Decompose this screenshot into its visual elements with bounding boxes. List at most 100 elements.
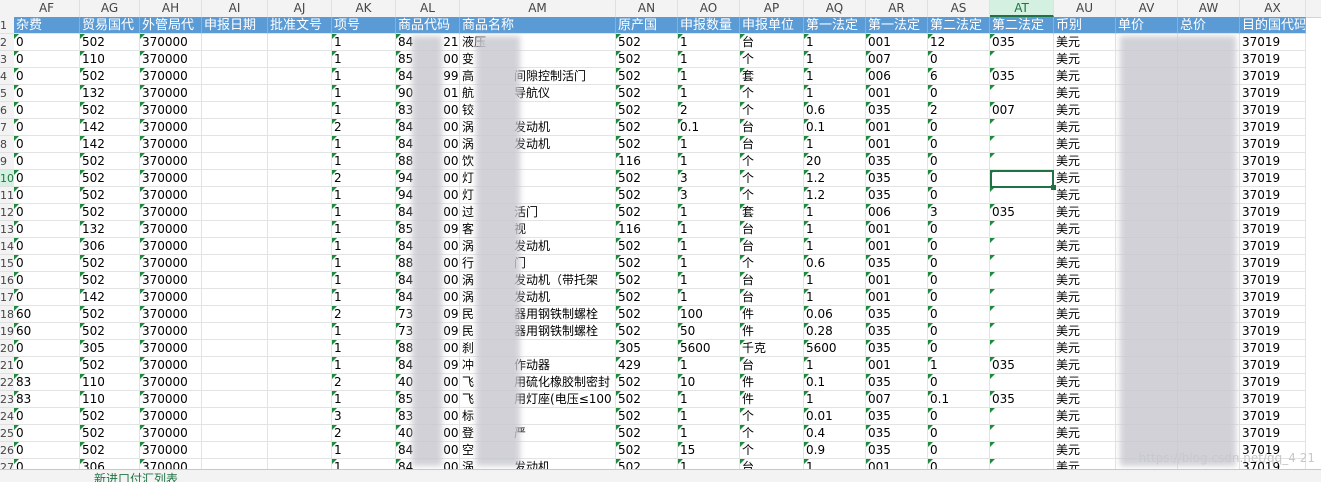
- cell-ax[interactable]: 37019: [1240, 221, 1306, 238]
- cell-aq[interactable]: 1: [804, 238, 866, 255]
- column-header-af[interactable]: AF: [14, 0, 80, 17]
- cell-ao[interactable]: 1: [678, 34, 740, 51]
- cell-af[interactable]: 0: [14, 68, 80, 85]
- cell-ao[interactable]: 1: [678, 221, 740, 238]
- cell-ar[interactable]: 001: [866, 34, 928, 51]
- cell-ah[interactable]: 370000: [140, 425, 202, 442]
- cell-af[interactable]: 0: [14, 204, 80, 221]
- row-header[interactable]: 23: [0, 391, 14, 408]
- cell-aj[interactable]: [268, 238, 332, 255]
- cell-an[interactable]: 502: [616, 102, 678, 119]
- cell-au[interactable]: 美元: [1054, 85, 1116, 102]
- cell-ak[interactable]: 1: [332, 51, 396, 68]
- cell-aj[interactable]: [268, 85, 332, 102]
- cell-at[interactable]: [990, 85, 1054, 102]
- cell-ao[interactable]: 50: [678, 323, 740, 340]
- cell-ao[interactable]: 3: [678, 170, 740, 187]
- cell-at[interactable]: [990, 340, 1054, 357]
- header-cell[interactable]: 杂费: [14, 17, 80, 34]
- cell-as[interactable]: 0: [928, 289, 990, 306]
- cell-at[interactable]: [990, 153, 1054, 170]
- cell-ag[interactable]: 132: [80, 85, 140, 102]
- cell-aj[interactable]: [268, 204, 332, 221]
- cell-an[interactable]: 502: [616, 425, 678, 442]
- cell-ak[interactable]: 1: [332, 357, 396, 374]
- row-header[interactable]: 5: [0, 85, 14, 102]
- cell-ax[interactable]: 37019: [1240, 238, 1306, 255]
- cell-ar[interactable]: 035: [866, 323, 928, 340]
- cell-au[interactable]: 美元: [1054, 187, 1116, 204]
- cell-aq[interactable]: 1: [804, 34, 866, 51]
- cell-aq[interactable]: 0.1: [804, 374, 866, 391]
- cell-at[interactable]: [990, 306, 1054, 323]
- cell-aj[interactable]: [268, 425, 332, 442]
- cell-ao[interactable]: 1: [678, 68, 740, 85]
- cell-ag[interactable]: 502: [80, 425, 140, 442]
- cell-ak[interactable]: 2: [332, 306, 396, 323]
- row-header[interactable]: 24: [0, 408, 14, 425]
- cell-at[interactable]: [990, 272, 1054, 289]
- cell-aq[interactable]: 0.9: [804, 442, 866, 459]
- cell-aq[interactable]: 1.2: [804, 170, 866, 187]
- cell-an[interactable]: 502: [616, 391, 678, 408]
- cell-ah[interactable]: 370000: [140, 408, 202, 425]
- cell-ah[interactable]: 370000: [140, 255, 202, 272]
- cell-ag[interactable]: 142: [80, 289, 140, 306]
- cell-ag[interactable]: 502: [80, 442, 140, 459]
- cell-ao[interactable]: 1: [678, 425, 740, 442]
- cell-at[interactable]: [990, 374, 1054, 391]
- cell-ai[interactable]: [202, 170, 268, 187]
- cell-ag[interactable]: 306: [80, 238, 140, 255]
- cell-ap[interactable]: 台: [740, 136, 804, 153]
- cell-ar[interactable]: 007: [866, 391, 928, 408]
- row-header[interactable]: 15: [0, 255, 14, 272]
- cell-ar[interactable]: 035: [866, 102, 928, 119]
- cell-an[interactable]: 502: [616, 374, 678, 391]
- row-header[interactable]: 26: [0, 442, 14, 459]
- header-cell[interactable]: 原产国: [616, 17, 678, 34]
- cell-ao[interactable]: 1: [678, 357, 740, 374]
- cell-ak[interactable]: 1: [332, 442, 396, 459]
- cell-ah[interactable]: 370000: [140, 272, 202, 289]
- cell-an[interactable]: 305: [616, 340, 678, 357]
- cell-au[interactable]: 美元: [1054, 357, 1116, 374]
- cell-ar[interactable]: 035: [866, 425, 928, 442]
- cell-at[interactable]: [990, 425, 1054, 442]
- cell-au[interactable]: 美元: [1054, 340, 1116, 357]
- cell-ak[interactable]: 1: [332, 272, 396, 289]
- cell-au[interactable]: 美元: [1054, 170, 1116, 187]
- cell-ar[interactable]: 006: [866, 68, 928, 85]
- cell-aq[interactable]: 1: [804, 68, 866, 85]
- cell-ag[interactable]: 110: [80, 51, 140, 68]
- column-header-aw[interactable]: AW: [1178, 0, 1240, 17]
- cell-aq[interactable]: 1.2: [804, 187, 866, 204]
- cell-ar[interactable]: 001: [866, 136, 928, 153]
- cell-ap[interactable]: 个: [740, 85, 804, 102]
- cell-ax[interactable]: 37019: [1240, 102, 1306, 119]
- cell-aj[interactable]: [268, 374, 332, 391]
- cell-ak[interactable]: 1: [332, 391, 396, 408]
- cell-af[interactable]: 83: [14, 391, 80, 408]
- cell-ak[interactable]: 2: [332, 374, 396, 391]
- cell-ak[interactable]: 1: [332, 289, 396, 306]
- cell-ax[interactable]: 37019: [1240, 68, 1306, 85]
- cell-ap[interactable]: 件: [740, 374, 804, 391]
- cell-ap[interactable]: 台: [740, 289, 804, 306]
- cell-ap[interactable]: 台: [740, 272, 804, 289]
- cell-as[interactable]: 0: [928, 221, 990, 238]
- cell-ax[interactable]: 37019: [1240, 204, 1306, 221]
- cell-as[interactable]: 0: [928, 187, 990, 204]
- cell-ao[interactable]: 1: [678, 153, 740, 170]
- cell-aq[interactable]: 1: [804, 136, 866, 153]
- row-header[interactable]: 11: [0, 187, 14, 204]
- cell-as[interactable]: 0: [928, 442, 990, 459]
- cell-ah[interactable]: 370000: [140, 102, 202, 119]
- cell-ai[interactable]: [202, 306, 268, 323]
- cell-af[interactable]: 0: [14, 51, 80, 68]
- cell-au[interactable]: 美元: [1054, 68, 1116, 85]
- cell-as[interactable]: 3: [928, 204, 990, 221]
- cell-ak[interactable]: 1: [332, 340, 396, 357]
- cell-ax[interactable]: 37019: [1240, 170, 1306, 187]
- cell-an[interactable]: 502: [616, 34, 678, 51]
- cell-aq[interactable]: 1: [804, 85, 866, 102]
